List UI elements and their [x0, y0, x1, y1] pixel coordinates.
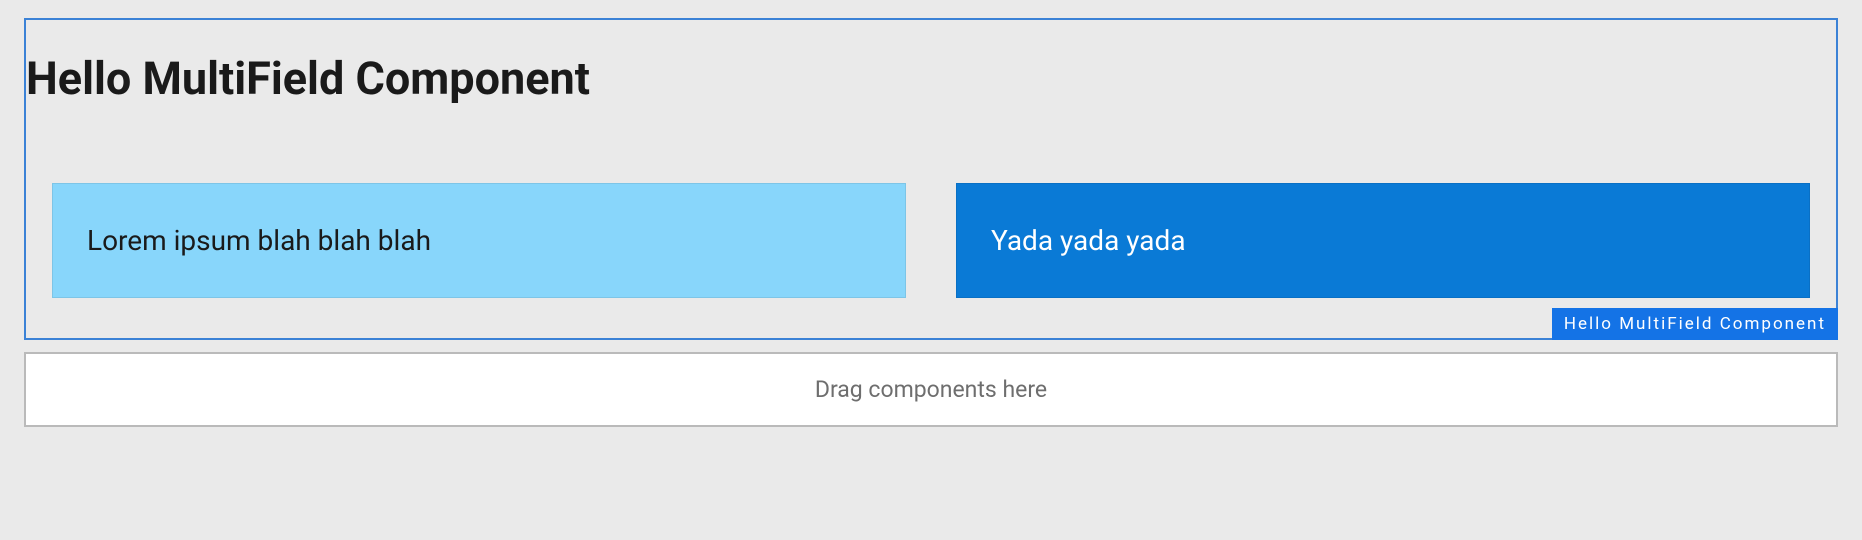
card-text: Lorem ipsum blah blah blah [87, 224, 431, 257]
drop-components-zone[interactable]: Drag components here [24, 352, 1838, 427]
card-item[interactable]: Yada yada yada [956, 183, 1810, 298]
card-text: Yada yada yada [991, 224, 1186, 257]
component-badge[interactable]: Hello MultiField Component [1552, 308, 1838, 340]
cards-row: Lorem ipsum blah blah blah Yada yada yad… [26, 183, 1836, 298]
multifield-component-frame[interactable]: Hello MultiField Component Lorem ipsum b… [24, 18, 1838, 340]
dropzone-placeholder: Drag components here [815, 376, 1047, 403]
card-item[interactable]: Lorem ipsum blah blah blah [52, 183, 906, 298]
component-title: Hello MultiField Component [26, 20, 1836, 105]
